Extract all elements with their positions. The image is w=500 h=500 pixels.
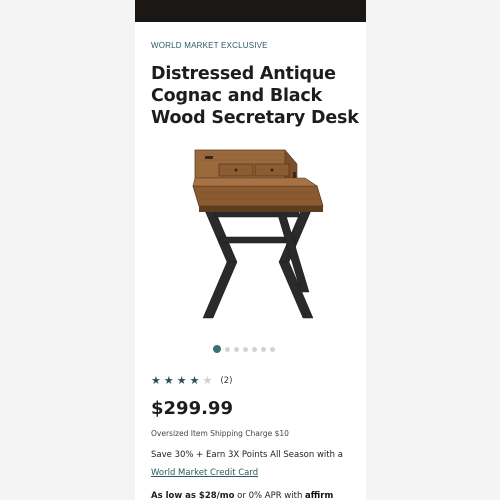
carousel-dot-2[interactable] [225,346,230,352]
star-icon: ★ [176,374,187,387]
review-count[interactable]: (2) [220,376,232,386]
carousel-dot-4[interactable] [243,346,248,352]
financing-offer[interactable]: As low as $28/mo or 0% APR with affirm [151,491,333,500]
top-bar [135,0,366,22]
mobile-page: WORLD MARKET EXCLUSIVE Distressed Antiqu… [135,0,366,500]
carousel-dot-7[interactable] [270,346,275,352]
exclusive-label: WORLD MARKET EXCLUSIVE [151,41,268,50]
carousel-indicators[interactable] [213,345,275,353]
promo-text: Save 30% + Earn 3X Points All Season wit… [151,450,343,460]
carousel-dot-3[interactable] [234,346,239,352]
star-icon: ★ [189,374,200,387]
product-title: Distressed Antique Cognac and Black Wood… [151,64,359,128]
shipping-charge: Oversized Item Shipping Charge $10 [151,429,289,438]
affirm-logo: affirm [305,491,334,500]
secretary-desk-image [192,149,324,319]
financing-mid: or 0% APR with [234,491,306,500]
carousel-dot-1[interactable] [213,345,221,353]
star-icon: ★ [151,374,161,387]
product-rating[interactable]: ★ ★ ★ ★ ★ (2) [151,375,232,387]
product-image[interactable] [185,142,325,327]
financing-lead: As low as $28/mo [151,491,235,500]
product-price: $299.99 [151,398,233,419]
star-empty-icon: ★ [202,374,213,387]
carousel-dot-6[interactable] [261,346,266,352]
credit-card-link[interactable]: World Market Credit Card [151,468,258,478]
carousel-dot-5[interactable] [252,346,257,352]
star-icon: ★ [163,374,174,387]
